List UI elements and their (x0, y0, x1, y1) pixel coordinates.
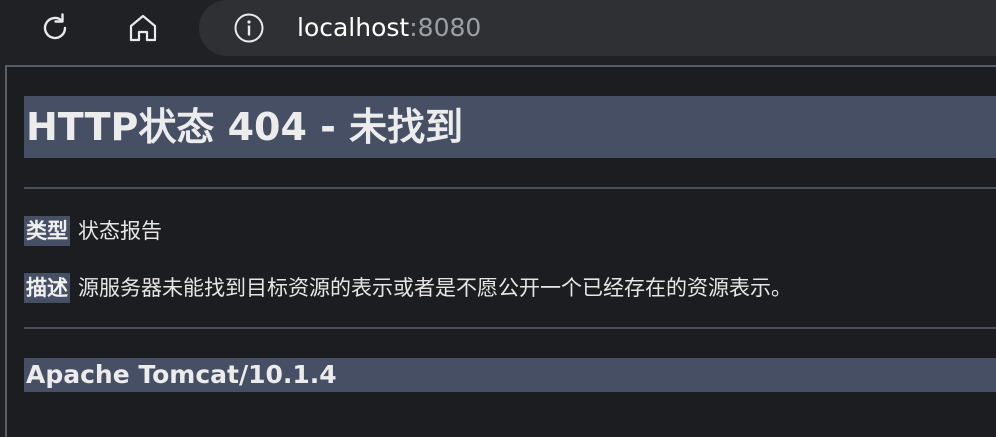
description-label: 描述 (24, 273, 70, 303)
description-value: 源服务器未能找到目标资源的表示或者是不愿公开一个已经存在的资源表示。 (78, 276, 792, 300)
type-value: 状态报告 (78, 219, 162, 243)
type-row: 类型 状态报告 (24, 216, 162, 246)
reload-button[interactable] (33, 6, 77, 50)
browser-toolbar: localhost:8080 (0, 0, 996, 62)
page-title: HTTP状态 404 - 未找到 (24, 96, 996, 158)
divider (24, 187, 996, 189)
address-bar[interactable]: localhost:8080 (199, 0, 996, 56)
home-icon (129, 14, 157, 42)
page-viewport: HTTP状态 404 - 未找到 类型 状态报告 描述 源服务器未能找到目标资源的表… (5, 65, 996, 437)
divider (24, 327, 996, 329)
url-text[interactable]: localhost:8080 (297, 12, 481, 44)
reload-icon (43, 13, 67, 40)
server-footer: Apache Tomcat/10.1.4 (24, 358, 996, 392)
info-icon[interactable] (233, 12, 265, 44)
url-port: :8080 (409, 13, 482, 42)
url-host: localhost (297, 13, 410, 42)
description-row: 描述 源服务器未能找到目标资源的表示或者是不愿公开一个已经存在的资源表示。 (24, 273, 792, 303)
type-label: 类型 (24, 216, 70, 246)
home-button[interactable] (121, 6, 165, 50)
